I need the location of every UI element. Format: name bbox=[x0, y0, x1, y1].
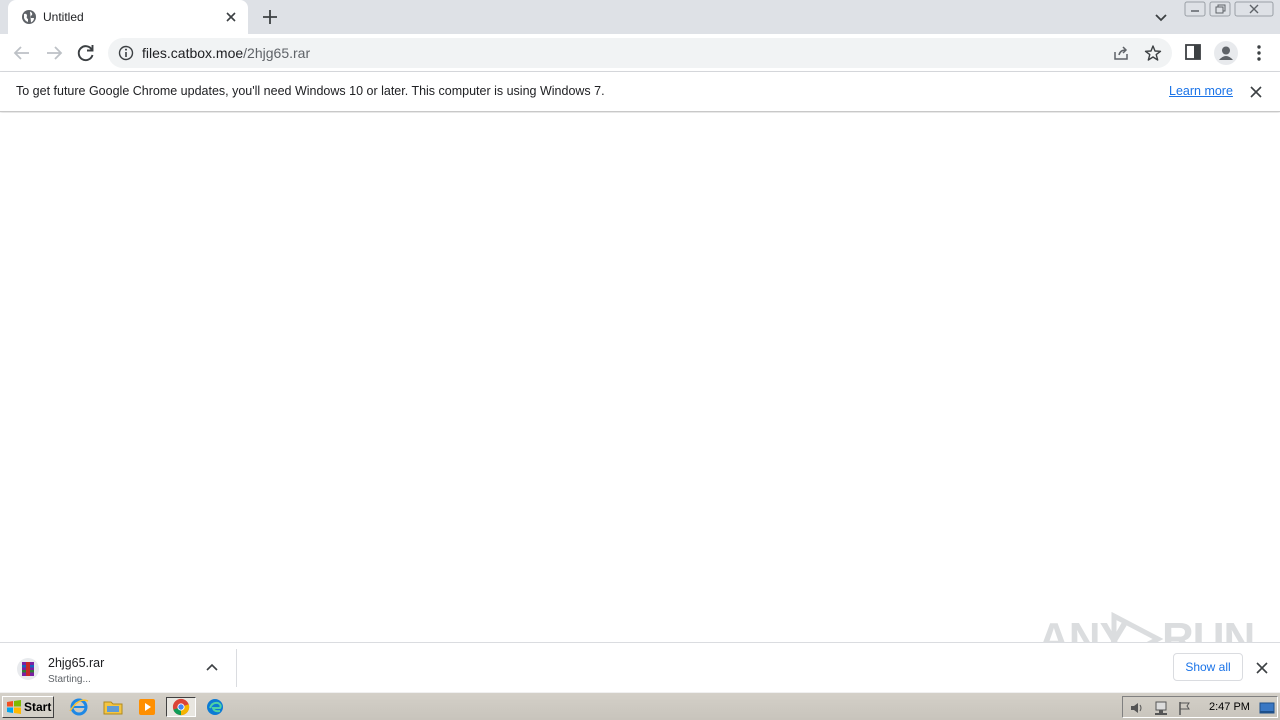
update-infobar: To get future Google Chrome updates, you… bbox=[0, 72, 1280, 112]
share-icon[interactable] bbox=[1112, 44, 1130, 62]
close-icon[interactable] bbox=[222, 8, 240, 26]
star-icon[interactable] bbox=[1144, 44, 1162, 62]
show-desktop-icon[interactable] bbox=[1259, 700, 1275, 716]
start-label: Start bbox=[24, 700, 52, 714]
system-tray: 2:47 PM bbox=[1122, 696, 1278, 718]
action-center-flag-icon[interactable] bbox=[1177, 700, 1193, 716]
chrome-icon bbox=[172, 698, 190, 716]
back-arrow-icon[interactable] bbox=[10, 41, 34, 65]
separator bbox=[236, 649, 237, 687]
kebab-menu-icon[interactable] bbox=[1249, 42, 1269, 64]
url-text: files.catbox.moe/2hjg65.rar bbox=[142, 45, 310, 61]
tab-title: Untitled bbox=[43, 10, 84, 24]
forward-arrow-icon[interactable] bbox=[42, 41, 66, 65]
screen: Untitled files.catbox.moe/2hjg65.rar To … bbox=[0, 0, 1280, 720]
tab-untitled[interactable]: Untitled bbox=[8, 0, 248, 34]
browser-toolbar: files.catbox.moe/2hjg65.rar bbox=[0, 34, 1280, 72]
ie-icon[interactable] bbox=[68, 697, 90, 717]
globe-icon bbox=[22, 10, 36, 24]
window-close-icon[interactable] bbox=[1234, 1, 1274, 17]
side-panel-icon[interactable] bbox=[1184, 43, 1202, 61]
url-host: files.catbox.moe bbox=[142, 45, 244, 61]
url-path: /2hjg65.rar bbox=[243, 45, 311, 61]
plus-icon[interactable] bbox=[259, 6, 281, 28]
tab-strip: Untitled bbox=[0, 0, 1280, 34]
address-bar[interactable]: files.catbox.moe/2hjg65.rar bbox=[108, 38, 1172, 68]
windows-taskbar: Start 2:47 PM bbox=[0, 692, 1280, 720]
info-icon[interactable] bbox=[118, 45, 134, 61]
clock: 2:47 PM bbox=[1209, 701, 1250, 713]
start-button[interactable]: Start bbox=[2, 696, 54, 718]
learn-more-link[interactable]: Learn more bbox=[1169, 84, 1233, 98]
download-item[interactable]: 2hjg65.rar Starting... bbox=[8, 647, 236, 689]
network-icon[interactable] bbox=[1153, 700, 1169, 716]
chevron-down-icon[interactable] bbox=[1151, 7, 1171, 27]
maximize-icon[interactable] bbox=[1209, 1, 1231, 17]
winrar-icon bbox=[17, 658, 39, 680]
show-all-button[interactable]: Show all bbox=[1173, 653, 1243, 681]
profile-button[interactable] bbox=[1214, 41, 1238, 65]
infobar-message: To get future Google Chrome updates, you… bbox=[16, 84, 605, 98]
reload-icon[interactable] bbox=[74, 41, 98, 65]
close-icon[interactable] bbox=[1247, 83, 1265, 101]
media-player-icon[interactable] bbox=[136, 697, 158, 717]
speaker-icon[interactable] bbox=[1129, 700, 1145, 716]
chevron-up-icon[interactable] bbox=[204, 660, 220, 676]
download-status: Starting... bbox=[48, 674, 91, 685]
close-icon[interactable] bbox=[1253, 659, 1271, 677]
download-filename: 2hjg65.rar bbox=[48, 656, 105, 670]
page-content bbox=[0, 113, 1280, 642]
download-shelf: 2hjg65.rar Starting... Show all bbox=[0, 642, 1280, 692]
profile-icon bbox=[1219, 46, 1233, 60]
edge-icon[interactable] bbox=[204, 697, 226, 717]
minimize-icon[interactable] bbox=[1184, 1, 1206, 17]
windows-flag-icon bbox=[7, 700, 21, 714]
taskbar-chrome-button[interactable] bbox=[166, 697, 196, 717]
folder-icon[interactable] bbox=[102, 697, 124, 717]
